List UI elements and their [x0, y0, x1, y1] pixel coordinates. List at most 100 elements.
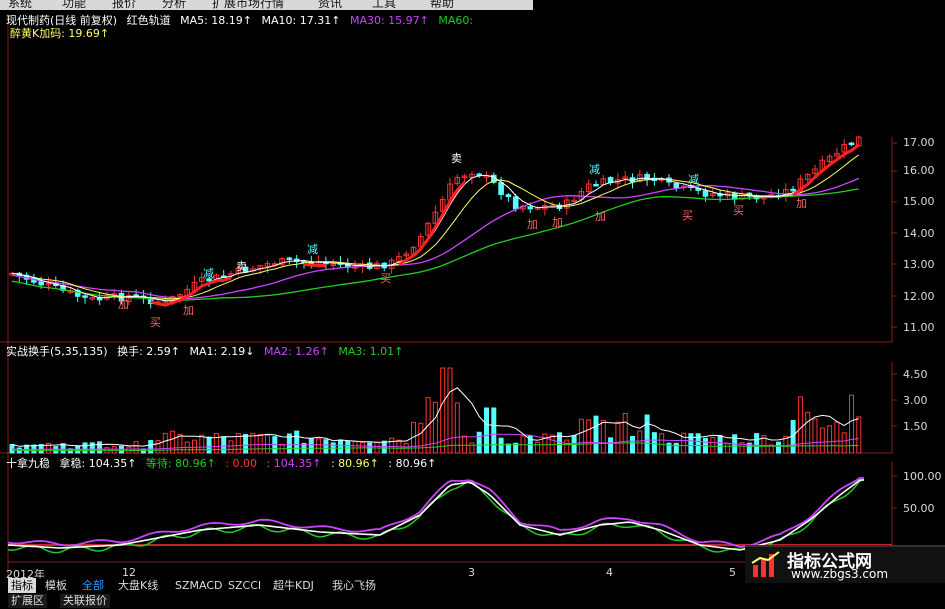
volume-bar — [505, 443, 511, 454]
stock-chart-window: 系统 功能 报价 分析 扩展市场行情 资讯 工具 帮助 现代制药(日线 前复权)… — [0, 0, 945, 609]
volume-bar — [228, 440, 234, 454]
tab-related-quotes[interactable]: 关联报价 — [60, 594, 110, 608]
main-panel-subheader: 醉黄K加码: 19.69↑ — [10, 27, 110, 40]
volume-bar — [578, 418, 584, 454]
signal-sell-marker: 卖 — [236, 260, 247, 273]
volume-bar — [542, 433, 548, 454]
volume-bar — [615, 421, 621, 454]
volume-bar — [717, 435, 723, 454]
signal-add-marker: 加 — [796, 197, 807, 210]
osc-value-6: : 80.96↑ — [388, 457, 437, 470]
volume-bar — [418, 422, 424, 454]
volume-bar — [462, 435, 468, 454]
volume-bar — [688, 433, 694, 454]
period-label[interactable]: (日线 前复权) — [50, 14, 117, 27]
signal-buy-marker: 买 — [150, 316, 161, 329]
oscillator-panel-header: 十拿九稳 拿稳: 104.35↑ 等待: 80.96↑ : 0.00 : 104… — [6, 457, 442, 470]
volume-bar — [476, 431, 482, 454]
volume-bar — [849, 394, 854, 454]
volume-bar — [695, 433, 701, 454]
ma30-line — [11, 177, 860, 300]
turnover-value: 换手: 2.59↑ — [117, 345, 180, 358]
volume-tick: 3.00 — [903, 394, 928, 407]
osc-value-4: : 104.35↑ — [266, 457, 322, 470]
tab-szcci[interactable]: SZCCI — [225, 578, 264, 593]
volume-bar — [797, 396, 803, 454]
tab-all[interactable]: 全部 — [79, 578, 107, 593]
volume-bar — [148, 440, 154, 454]
tab-my-heart-flies[interactable]: 我心飞扬 — [329, 578, 379, 593]
volume-bar — [243, 433, 249, 454]
volume-bar — [498, 437, 504, 454]
stock-name: 现代制药 — [6, 14, 50, 27]
main-panel-header: 现代制药(日线 前复权) 红色轨道 MA5: 18.19↑ MA10: 17.3… — [6, 14, 479, 27]
volume-bar — [593, 415, 599, 454]
tab-super-kdj[interactable]: 超牛KDJ — [270, 578, 317, 593]
ma1-value: MA1: 2.19↓ — [189, 345, 255, 358]
tab-extension-area[interactable]: 扩展区 — [8, 594, 47, 608]
wait-value: 等待: 80.96↑ — [145, 457, 216, 470]
volume-bar — [659, 433, 665, 454]
volume-bar — [447, 367, 453, 454]
volume-bar — [308, 437, 314, 454]
tab-template[interactable]: 模板 — [42, 578, 70, 593]
volume-bar — [213, 433, 219, 454]
ma30-value: MA30: 15.97↑ — [349, 14, 429, 27]
volume-indicator-name[interactable]: 实战换手(5,35,135) — [6, 345, 108, 358]
tab-market-kline[interactable]: 大盘K线 — [115, 578, 161, 593]
chart-canvas[interactable] — [0, 0, 945, 609]
signal-buy-marker: 买 — [733, 204, 744, 217]
ma60-value: MA60: — [438, 14, 474, 27]
ma2-value: MA2: 1.26↑ — [263, 345, 329, 358]
candlestick-body — [82, 295, 88, 298]
volume-bar — [352, 441, 358, 454]
tab-indicator[interactable]: 指标 — [8, 578, 36, 593]
volume-bar — [221, 436, 227, 454]
candlestick-body — [593, 183, 599, 187]
tab-szmacd[interactable]: SZMACD — [172, 578, 226, 593]
main-indicator-name[interactable]: 红色轨道 — [127, 14, 171, 27]
ma3-value: MA3: 1.01↑ — [338, 345, 404, 358]
watermark-url: www.zbgs3.com — [791, 567, 889, 581]
volume-bar — [111, 446, 117, 454]
volume-bar — [549, 434, 555, 454]
volume-bar — [316, 438, 322, 454]
volume-bar — [651, 432, 657, 454]
volume-tick: 4.50 — [903, 368, 928, 381]
volume-bar — [389, 437, 395, 454]
volume-bar — [432, 401, 438, 454]
volume-bar — [338, 439, 343, 454]
red-track-line — [792, 143, 860, 197]
signal-add-marker: 加 — [183, 304, 194, 317]
volume-panel-header: 实战换手(5,35,135) 换手: 2.59↑ MA1: 2.19↓ MA2:… — [6, 345, 409, 358]
volume-bar — [82, 442, 88, 454]
site-watermark: 指标公式网 www.zbgs3.com — [745, 545, 945, 583]
volume-bar — [776, 441, 781, 454]
volume-bar — [97, 441, 103, 454]
candlestick-body — [848, 142, 855, 146]
volume-bar — [133, 441, 139, 454]
signal-add-marker: 加 — [595, 210, 606, 223]
price-tick: 16.00 — [903, 164, 935, 177]
volume-bar — [192, 439, 197, 454]
volume-bar — [754, 433, 760, 454]
volume-bar — [53, 446, 59, 454]
signal-buy-marker: 买 — [380, 272, 391, 285]
signal-reduce-marker: 减 — [589, 163, 600, 176]
candlestick-body — [702, 190, 709, 197]
volume-bar — [600, 419, 606, 454]
candlestick-body — [286, 257, 293, 261]
price-tick: 13.00 — [903, 258, 935, 271]
price-tick: 15.00 — [903, 195, 935, 208]
volume-bar — [622, 412, 628, 454]
oscillator-indicator-name[interactable]: 十拿九稳 — [6, 457, 50, 470]
volume-ma1-line — [11, 387, 859, 447]
red-track-line — [398, 181, 466, 266]
volume-bar — [630, 436, 635, 454]
volume-bar — [644, 414, 650, 454]
osc-value-3: : 0.00 — [225, 457, 258, 470]
candlestick-body — [673, 182, 680, 189]
volume-bar — [724, 443, 730, 454]
signal-sell-marker: 卖 — [451, 152, 462, 165]
volume-bar — [827, 425, 833, 454]
